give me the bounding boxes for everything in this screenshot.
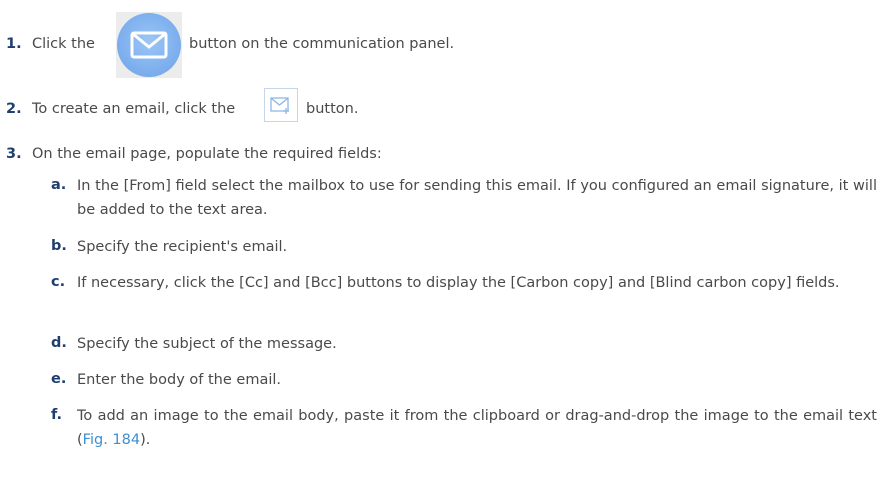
substep-letter: f. bbox=[51, 407, 63, 423]
substep-text-end: ). bbox=[140, 432, 151, 448]
envelope-plus-icon bbox=[270, 97, 289, 114]
step-number: 3. bbox=[6, 146, 22, 162]
step-text-after: button on the communication panel. bbox=[189, 36, 455, 52]
new-email-button[interactable] bbox=[264, 88, 298, 122]
substep-letter: a. bbox=[51, 177, 67, 193]
step-number: 2. bbox=[6, 101, 22, 117]
figure-link[interactable]: Fig. 184 bbox=[83, 432, 140, 448]
substep-text: To add an image to the email body, paste… bbox=[77, 404, 877, 452]
email-communication-button[interactable] bbox=[117, 13, 181, 77]
substep-letter: e. bbox=[51, 371, 67, 387]
substep-text: If necessary, click the [Cc] and [Bcc] b… bbox=[77, 275, 840, 291]
step-text-before: To create an email, click the bbox=[32, 101, 236, 117]
substep-text: In the [From] field select the mailbox t… bbox=[77, 178, 877, 218]
substep-letter: b. bbox=[51, 238, 67, 254]
substep-letter: c. bbox=[51, 274, 66, 290]
substep-text: Enter the body of the email. bbox=[77, 372, 281, 388]
substep-letter: d. bbox=[51, 335, 67, 351]
substep-text: Specify the subject of the message. bbox=[77, 336, 337, 352]
step-text-before: Click the bbox=[32, 36, 95, 52]
substep-text: Specify the recipient's email. bbox=[77, 239, 288, 255]
envelope-icon bbox=[130, 31, 168, 59]
step-text-after: button. bbox=[306, 101, 359, 117]
step-text: On the email page, populate the required… bbox=[32, 146, 382, 162]
substep-text-main: To add an image to the email body, paste… bbox=[77, 408, 877, 448]
step-number: 1. bbox=[6, 36, 22, 52]
